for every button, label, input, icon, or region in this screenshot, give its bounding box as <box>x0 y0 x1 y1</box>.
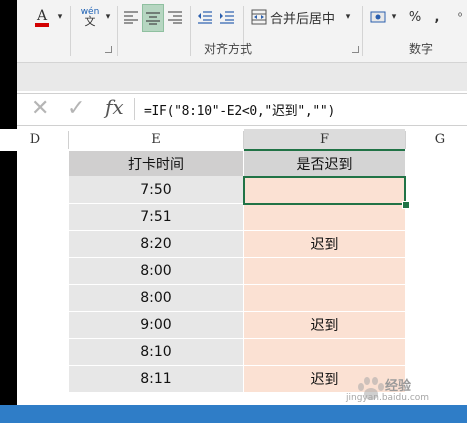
group-label-number: 数字 <box>409 42 434 56</box>
comma-button[interactable]: , <box>429 4 445 30</box>
number-format-button[interactable] <box>369 4 389 30</box>
number-format-dropdown[interactable]: ▾ <box>389 4 399 30</box>
cell-time[interactable]: 8:00 <box>69 285 243 312</box>
cell-time[interactable]: 8:00 <box>69 258 243 285</box>
font-color-button[interactable]: A <box>31 4 53 30</box>
separator <box>190 6 191 56</box>
chevron-down-icon: ▾ <box>105 12 111 22</box>
increase-indent-button[interactable] <box>217 4 237 30</box>
column-header-g[interactable]: G <box>425 129 455 151</box>
status-bar <box>0 405 467 423</box>
separator <box>70 6 71 56</box>
formula-bar: ✕ ✓ fx =IF("8:10"-E2<0,"迟到","") <box>17 93 467 126</box>
separator <box>362 6 363 56</box>
increase-indent-icon <box>220 11 234 24</box>
cell-time[interactable]: 8:20 <box>69 231 243 258</box>
chevron-down-icon: ▾ <box>391 12 397 22</box>
align-left-icon <box>124 11 138 24</box>
column-header-d[interactable]: D <box>20 129 50 151</box>
insert-function-button[interactable]: fx <box>105 95 124 119</box>
decrease-indent-icon <box>198 11 212 24</box>
dialog-launcher-icon[interactable] <box>352 46 359 53</box>
separator <box>405 131 406 149</box>
align-center-icon <box>146 12 160 25</box>
decrease-indent-button[interactable] <box>195 4 215 30</box>
cell-late[interactable] <box>244 339 405 366</box>
cell-late[interactable]: 迟到 <box>244 231 405 258</box>
chevron-down-icon: ▾ <box>57 12 63 22</box>
watermark-url: jingyan.baidu.com <box>346 393 430 403</box>
merge-center-label: 合并后居中 <box>270 11 336 27</box>
chevron-down-icon: ▾ <box>345 12 351 22</box>
header-cell-time[interactable]: 打卡时间 <box>69 151 243 176</box>
cell-time[interactable]: 8:11 <box>69 366 243 393</box>
group-label-alignment: 对齐方式 <box>204 42 253 56</box>
phonetic-dropdown[interactable]: ▾ <box>103 4 113 30</box>
align-center-button[interactable] <box>142 4 164 32</box>
align-left-button[interactable] <box>121 4 141 30</box>
phonetic-bottom: 文 <box>84 15 96 28</box>
accounting-format-icon <box>370 11 386 23</box>
font-color-icon: A <box>35 8 49 27</box>
cell-time[interactable]: 7:51 <box>69 204 243 231</box>
header-cell-late[interactable]: 是否迟到 <box>244 151 405 176</box>
left-black-margin <box>0 0 17 423</box>
dialog-launcher-icon[interactable] <box>105 46 112 53</box>
cell-time[interactable]: 8:10 <box>69 339 243 366</box>
cell-late[interactable] <box>244 258 405 285</box>
column-header-e[interactable]: E <box>69 129 243 151</box>
cell-late[interactable]: 迟到 <box>244 312 405 339</box>
ribbon-gap <box>17 63 467 91</box>
cell-time[interactable]: 9:00 <box>69 312 243 339</box>
cell-time[interactable]: 7:50 <box>69 176 243 204</box>
ribbon: A ▾ wén 文 ▾ 合并后居中 ▾ ▾ % , ⁰ 对齐方式 数字 <box>17 0 467 63</box>
align-right-icon <box>168 11 182 24</box>
merge-cells-icon <box>251 9 267 25</box>
watermark-brand: 经验 <box>385 379 412 394</box>
column-header-f[interactable]: F <box>244 129 405 151</box>
merge-dropdown[interactable]: ▾ <box>343 4 353 30</box>
active-cell-selection <box>243 176 406 205</box>
formula-input[interactable]: =IF("8:10"-E2<0,"迟到","") <box>144 100 335 119</box>
cell-late[interactable] <box>244 285 405 312</box>
cancel-icon[interactable]: ✕ <box>31 96 49 121</box>
column-header-row: D E F G <box>0 129 467 151</box>
enter-icon[interactable]: ✓ <box>67 96 85 121</box>
font-color-dropdown[interactable]: ▾ <box>55 4 65 30</box>
separator <box>134 98 135 120</box>
phonetic-button[interactable]: wén 文 <box>77 4 103 30</box>
separator <box>117 6 118 56</box>
percent-button[interactable]: % <box>405 4 425 30</box>
fill-handle[interactable] <box>402 201 410 209</box>
align-right-button[interactable] <box>165 4 185 30</box>
increase-decimal-icon[interactable]: ⁰ <box>455 4 465 30</box>
svg-text:A: A <box>36 8 48 24</box>
cell-late[interactable] <box>244 204 405 231</box>
